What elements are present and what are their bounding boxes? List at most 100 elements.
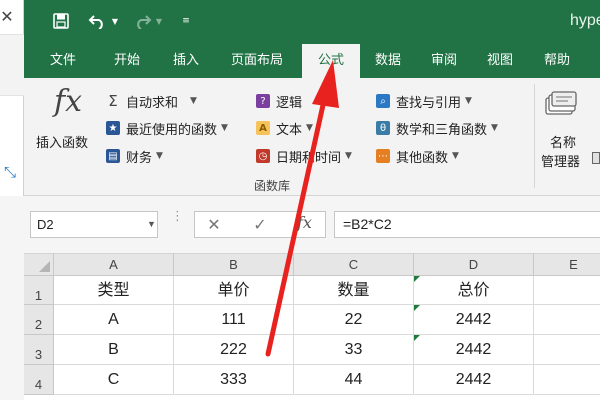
cell-d4[interactable]: 2442: [414, 365, 534, 395]
tab-insert[interactable]: 插入: [162, 44, 210, 78]
formula-bar: D2 ▼ ⋮ ✕ ✓ fx =B2*C2: [24, 196, 600, 254]
more-functions-button[interactable]: ⋯ 其他函数 ▼: [376, 146, 459, 166]
chevron-down-icon: ▼: [306, 123, 313, 133]
name-manager-icon[interactable]: [544, 90, 578, 118]
tab-file[interactable]: 文件: [38, 44, 88, 78]
cell-e2[interactable]: [534, 305, 600, 335]
undo-dropdown-icon[interactable]: ▼: [110, 10, 120, 32]
cell-e3[interactable]: [534, 335, 600, 365]
autosum-label: 自动求和: [126, 95, 179, 111]
cancel-icon[interactable]: ✕: [203, 214, 225, 236]
name-manager-label[interactable]: 名称: [550, 132, 576, 151]
row-header[interactable]: 4: [24, 365, 54, 395]
select-all-button[interactable]: [24, 254, 54, 276]
lookup-icon: ⌕: [376, 94, 390, 108]
redo-dropdown-icon[interactable]: ▼: [154, 10, 164, 32]
row-header[interactable]: 1: [24, 276, 54, 305]
cell-e4[interactable]: [534, 365, 600, 395]
define-name-icon[interactable]: [592, 152, 600, 164]
formula-input[interactable]: =B2*C2: [334, 211, 600, 238]
name-box-value: D2: [37, 217, 54, 232]
tab-home[interactable]: 开始: [102, 44, 152, 78]
insert-function-icon[interactable]: fx: [54, 84, 82, 119]
cell-d2[interactable]: 2442: [414, 305, 534, 335]
error-indicator-icon[interactable]: [414, 305, 420, 311]
chevron-down-icon: ▼: [190, 96, 197, 106]
row-header[interactable]: 2: [24, 305, 54, 335]
cell-c4[interactable]: 44: [294, 365, 414, 395]
error-indicator-icon[interactable]: [414, 335, 420, 341]
text-button[interactable]: A 文本 ▼: [256, 118, 313, 138]
column-header-c[interactable]: C: [294, 254, 414, 276]
star-icon: ★: [106, 121, 120, 135]
column-header-b[interactable]: B: [174, 254, 294, 276]
name-box[interactable]: D2 ▼: [30, 211, 158, 238]
ribbon-formulas: fx 插入函数 Σ 自动求和 ▼ ★ 最近使用的函数 ▼ ▤ 财务 ▼ ? 逻辑…: [24, 78, 600, 196]
date-time-button[interactable]: ◷ 日期和时间 ▼: [256, 146, 352, 166]
title-bar: ▼ ▼ ≡ hype: [24, 0, 600, 44]
chevron-down-icon: ▼: [156, 151, 163, 161]
cell-a3[interactable]: B: [54, 335, 174, 365]
tab-page-layout[interactable]: 页面布局: [220, 44, 294, 78]
tab-formulas[interactable]: 公式: [302, 44, 360, 78]
window-title: hype: [570, 12, 600, 29]
theta-icon: θ: [376, 121, 390, 135]
tab-help[interactable]: 帮助: [532, 44, 582, 78]
worksheet-grid: A B C D E 1 2 3 4 类型 单价 数量 总价 A 111 22 2…: [24, 254, 600, 400]
logical-button[interactable]: ? 逻辑: [256, 91, 302, 111]
undo-icon[interactable]: [86, 10, 108, 32]
text-label: 文本: [276, 122, 303, 138]
function-library-group-label: 函数库: [254, 179, 291, 193]
tab-data[interactable]: 数据: [364, 44, 412, 78]
save-icon[interactable]: [50, 10, 72, 32]
cell-b3[interactable]: 222: [174, 335, 294, 365]
cell-a2[interactable]: A: [54, 305, 174, 335]
column-header-a[interactable]: A: [54, 254, 174, 276]
cell-d1[interactable]: 总价: [414, 276, 534, 305]
cell-a1[interactable]: 类型: [54, 276, 174, 305]
column-header-d[interactable]: D: [414, 254, 534, 276]
name-manager-label-line2[interactable]: 管理器: [541, 151, 580, 170]
logical-label: 逻辑: [276, 95, 303, 111]
text-a-icon: A: [256, 121, 270, 135]
financial-button[interactable]: ▤ 财务 ▼: [106, 146, 163, 166]
insert-function-button[interactable]: 插入函数: [36, 132, 88, 151]
finance-book-icon: ▤: [106, 149, 120, 163]
customize-toolbar-icon[interactable]: ≡: [180, 10, 192, 32]
cell-c1[interactable]: 数量: [294, 276, 414, 305]
enter-check-icon[interactable]: ✓: [249, 214, 271, 236]
autosum-button[interactable]: Σ 自动求和 ▼: [106, 91, 197, 111]
tab-review[interactable]: 审阅: [420, 44, 468, 78]
resize-handle-icon[interactable]: ⋮: [171, 210, 184, 223]
recently-used-button[interactable]: ★ 最近使用的函数 ▼: [106, 118, 228, 138]
error-indicator-icon[interactable]: [414, 276, 420, 282]
cell-b4[interactable]: 333: [174, 365, 294, 395]
ribbon-tabs: 文件 开始 插入 页面布局 公式 数据 审阅 视图 帮助: [24, 44, 600, 78]
row-header[interactable]: 3: [24, 335, 54, 365]
date-time-label: 日期和时间: [276, 150, 342, 166]
cell-c2[interactable]: 22: [294, 305, 414, 335]
collapse-arrows-icon[interactable]: ⤡: [1, 163, 19, 181]
cell-a4[interactable]: C: [54, 365, 174, 395]
chevron-down-icon: ▼: [221, 123, 228, 133]
cell-d3[interactable]: 2442: [414, 335, 534, 365]
background-window: ✕ ⤡: [0, 0, 24, 400]
background-toolbar: [0, 34, 24, 96]
financial-label: 财务: [126, 150, 153, 166]
cell-e1[interactable]: [534, 276, 600, 305]
clock-icon: ◷: [256, 149, 270, 163]
cell-c3[interactable]: 33: [294, 335, 414, 365]
cell-b1[interactable]: 单价: [174, 276, 294, 305]
ribbon-divider: [534, 84, 535, 188]
chevron-down-icon[interactable]: ▼: [147, 212, 156, 237]
math-trig-button[interactable]: θ 数学和三角函数 ▼: [376, 118, 498, 138]
tab-view[interactable]: 视图: [476, 44, 524, 78]
close-icon[interactable]: ✕: [0, 7, 14, 26]
cell-b2[interactable]: 111: [174, 305, 294, 335]
column-header-e[interactable]: E: [534, 254, 600, 276]
insert-function-icon[interactable]: fx: [297, 213, 312, 232]
redo-icon[interactable]: [132, 10, 154, 32]
chevron-down-icon: ▼: [345, 151, 352, 161]
lookup-reference-button[interactable]: ⌕ 查找与引用 ▼: [376, 91, 472, 111]
more-functions-label: 其他函数: [396, 150, 449, 166]
